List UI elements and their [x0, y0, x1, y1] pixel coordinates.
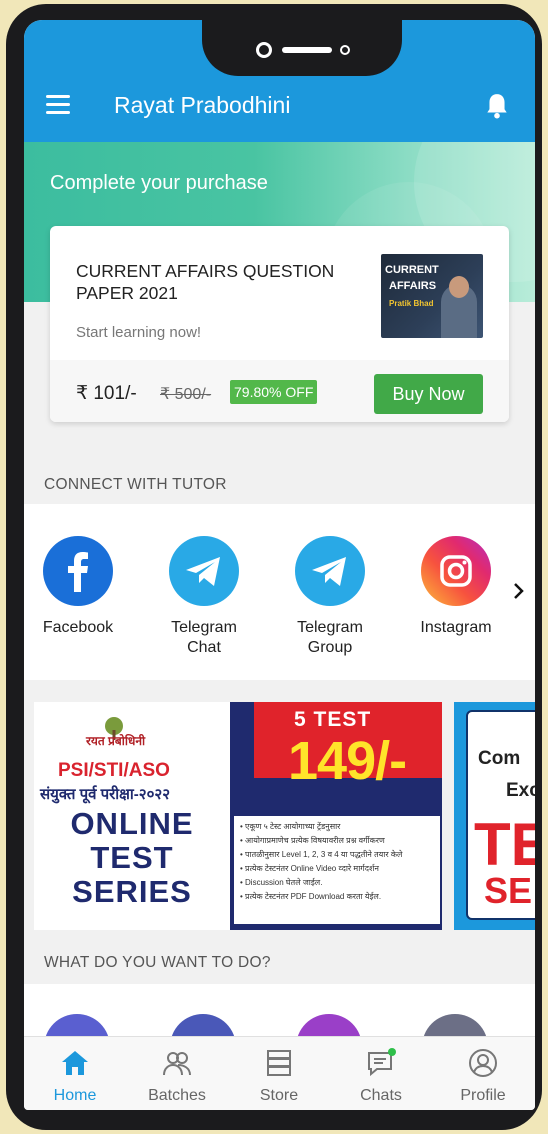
banner-line-online: ONLINE [70, 806, 194, 841]
nav-store[interactable]: Store [234, 1047, 324, 1105]
bell-icon[interactable] [484, 92, 510, 120]
app-title: Rayat Prabodhini [114, 92, 291, 118]
batches-icon [163, 1052, 191, 1076]
facebook-link[interactable]: Facebook [28, 536, 128, 638]
instagram-icon [421, 536, 491, 606]
banner-test-count: 5 TEST [294, 708, 372, 731]
sale-price: ₹ 101/- [76, 383, 137, 404]
telegram-chat-link[interactable]: Telegram Chat [154, 536, 254, 658]
test-series-banner[interactable]: रयत प्रबोधिनी PSI/STI/ASO संयुक्त पूर्व … [34, 702, 442, 930]
banner-exam-hindi: संयुक्त पूर्व परीक्षा-२०२२ [40, 786, 171, 803]
instagram-link[interactable]: Instagram [406, 536, 506, 638]
second-banner[interactable]: Com Exc TE SE [454, 702, 535, 930]
banner-carousel[interactable]: रयत प्रबोधिनी PSI/STI/ASO संयुक्त पूर्व … [24, 702, 535, 930]
connect-panel: Facebook Telegram Chat Telegram Group In… [24, 504, 535, 680]
todo-heading: WHAT DO YOU WANT TO DO? [44, 954, 271, 971]
telegram-icon [169, 536, 239, 606]
banner-points: • एकूण ५ टेस्ट आयोगाच्या ट्रेंडनुसार • आ… [234, 816, 440, 924]
chat-icon [368, 1048, 396, 1077]
facebook-icon [43, 536, 113, 606]
bottom-navigation: Home Batches Store Chats Profile [24, 1036, 535, 1110]
store-icon [267, 1050, 291, 1076]
menu-icon[interactable] [46, 95, 72, 115]
original-price: ₹ 500/- [160, 386, 212, 403]
telegram-icon [295, 536, 365, 606]
home-icon [62, 1051, 88, 1075]
hero-title: Complete your purchase [50, 172, 268, 194]
profile-icon [469, 1049, 497, 1077]
banner-logo: रयत प्रबोधिनी [86, 734, 146, 748]
connect-heading: CONNECT WITH TUTOR [44, 476, 227, 493]
nav-chats[interactable]: Chats [336, 1047, 426, 1105]
phone-notch [202, 20, 402, 76]
banner-price: 149/- [288, 731, 407, 791]
course-title: CURRENT AFFAIRS QUESTION PAPER 2021 [76, 261, 335, 303]
purchase-card[interactable]: CURRENT AFFAIRS QUESTION PAPER 2021 Star… [50, 226, 509, 422]
banner-line-series: SERIES [72, 874, 192, 909]
telegram-group-link[interactable]: Telegram Group [280, 536, 380, 658]
banner-line-test: TEST [90, 840, 174, 875]
nav-home[interactable]: Home [30, 1047, 120, 1105]
course-thumbnail: CURRENT AFFAIRS Pratik Bhad [381, 254, 483, 338]
nav-profile[interactable]: Profile [438, 1047, 528, 1105]
chevron-right-icon[interactable] [512, 582, 526, 600]
course-subtitle: Start learning now! [76, 324, 202, 341]
price-row: ₹ 101/- ₹ 500/- 79.80% OFF Buy Now [50, 360, 509, 422]
app-screen: Rayat Prabodhini Complete your purchase … [24, 20, 535, 1110]
discount-badge: 79.80% OFF [230, 380, 318, 404]
buy-now-button[interactable]: Buy Now [374, 374, 483, 414]
todo-panel [24, 984, 535, 1044]
banner-exam: PSI/STI/ASO [58, 760, 170, 781]
nav-batches[interactable]: Batches [132, 1047, 222, 1105]
